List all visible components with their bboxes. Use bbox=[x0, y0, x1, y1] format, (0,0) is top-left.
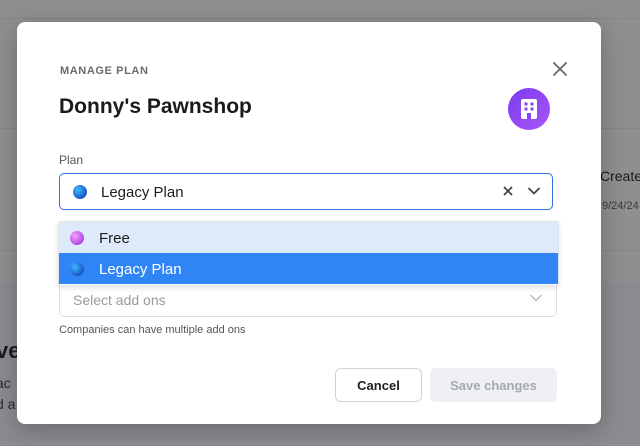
plan-select[interactable]: Legacy Plan bbox=[59, 173, 553, 210]
chevron-down-icon[interactable] bbox=[527, 186, 541, 196]
plan-options-menu: Free Legacy Plan bbox=[58, 221, 559, 286]
plan-option-free[interactable]: Free bbox=[59, 222, 558, 253]
plan-select-value: Legacy Plan bbox=[101, 184, 184, 201]
clear-icon[interactable] bbox=[501, 184, 515, 198]
background-text: ac bbox=[0, 375, 11, 391]
plan-option-legacy[interactable]: Legacy Plan bbox=[59, 253, 558, 284]
legacy-plan-icon bbox=[70, 262, 84, 276]
plan-field-label: Plan bbox=[59, 153, 84, 167]
addons-select[interactable]: Select add ons bbox=[59, 281, 557, 317]
close-button[interactable] bbox=[549, 58, 571, 80]
close-icon bbox=[553, 62, 567, 76]
building-icon bbox=[521, 99, 537, 119]
background-divider bbox=[0, 18, 640, 19]
page-title: Donny's Pawnshop bbox=[59, 95, 252, 118]
manage-plan-modal: MANAGE PLAN Donny's Pawnshop Plan Legacy… bbox=[17, 22, 601, 424]
legacy-plan-icon bbox=[73, 185, 87, 199]
cancel-button[interactable]: Cancel bbox=[335, 368, 422, 402]
plan-option-label: Free bbox=[99, 230, 130, 247]
free-plan-icon bbox=[70, 231, 84, 245]
avatar bbox=[508, 88, 550, 130]
chevron-down-icon[interactable] bbox=[529, 293, 543, 303]
save-changes-button[interactable]: Save changes bbox=[430, 368, 557, 402]
modal-eyebrow: MANAGE PLAN bbox=[60, 65, 149, 77]
addons-helper-text: Companies can have multiple add ons bbox=[59, 324, 246, 336]
background-text: d a bbox=[0, 396, 16, 412]
plan-option-label: Legacy Plan bbox=[99, 261, 182, 278]
background-column-header: Create bbox=[600, 168, 640, 184]
addons-placeholder: Select add ons bbox=[73, 292, 166, 308]
background-date: 9/24/24 bbox=[602, 200, 639, 212]
